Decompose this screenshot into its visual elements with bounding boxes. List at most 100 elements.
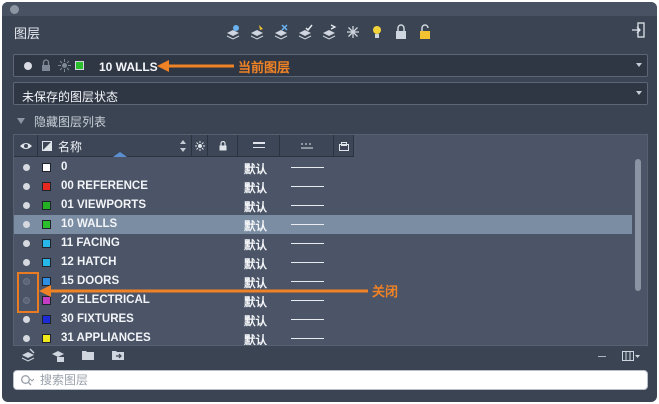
layer-linetype-sample[interactable]	[291, 319, 324, 320]
table-row[interactable]: 01 VIEWPORTS 默认	[14, 196, 632, 215]
layer-name[interactable]: 12 HATCH	[61, 256, 116, 268]
layer-lineweight[interactable]: 默认	[244, 199, 267, 215]
layer-color-swatch[interactable]	[42, 220, 51, 229]
layer-linetype-sample[interactable]	[291, 186, 324, 187]
table-row[interactable]: 30 FIXTURES 默认	[14, 310, 632, 329]
layer-rows: 0 默认 00 REFERENCE 默认 01 VIEWPORTS 默认 10 WALLS 默…	[14, 158, 632, 345]
col-on-header[interactable]	[14, 135, 38, 157]
open-folder-icon[interactable]	[81, 348, 95, 362]
layer-match-icon[interactable]	[321, 24, 337, 40]
layer-name[interactable]: 0	[61, 161, 67, 173]
layer-on-icon[interactable]	[23, 259, 30, 266]
col-plot-header[interactable]	[334, 135, 354, 157]
layer-name[interactable]: 00 REFERENCE	[61, 180, 148, 192]
layer-settings-icon[interactable]	[21, 348, 35, 362]
layer-color-swatch[interactable]	[42, 201, 51, 210]
layer-lineweight[interactable]: 默认	[244, 180, 267, 196]
layer-color-swatch[interactable]	[42, 258, 51, 267]
lock-icon	[219, 141, 226, 151]
layer-linetype-sample[interactable]	[291, 300, 324, 301]
layer-linetype-sample[interactable]	[291, 167, 324, 168]
layer-linetype-sample[interactable]	[291, 243, 324, 244]
off-callout: 关闭	[372, 285, 399, 300]
col-lock-header[interactable]	[208, 135, 238, 157]
table-scrollbar[interactable]	[635, 159, 641, 291]
dock-icon[interactable]	[631, 22, 645, 38]
layer-table: 名称 0 默认 00 REFERENCE 默认 01 VIEWPORTS 默认 …	[13, 134, 648, 346]
layer-color-swatch[interactable]	[42, 182, 51, 191]
layer-name[interactable]: 11 FACING	[61, 237, 120, 249]
layer-linetype-sample[interactable]	[291, 281, 324, 282]
layer-linetype-sample[interactable]	[291, 262, 324, 263]
current-layer-callout-arrow	[157, 60, 234, 72]
color-column-icon	[42, 141, 52, 151]
layer-lineweight[interactable]: 默认	[244, 218, 267, 234]
layer-lineweight[interactable]: 默认	[244, 237, 267, 253]
layer-color-swatch[interactable]	[42, 163, 51, 172]
layer-on-icon[interactable]	[23, 240, 30, 247]
current-layer-color-swatch	[75, 61, 84, 70]
linetype-icon	[300, 143, 313, 149]
lineweight-icon	[252, 142, 265, 148]
eye-icon	[19, 143, 32, 149]
current-layer-dropdown[interactable]: 10 WALLS	[13, 54, 648, 77]
off-status-highlight	[17, 272, 39, 313]
new-layer-frozen-icon[interactable]	[249, 24, 265, 40]
layer-color-swatch[interactable]	[42, 334, 51, 343]
layer-on-icon[interactable]	[23, 335, 30, 342]
col-freeze-header[interactable]	[192, 135, 208, 157]
layer-name[interactable]: 30 FIXTURES	[61, 313, 134, 325]
layer-properties-icon[interactable]	[51, 348, 65, 362]
layer-on-icon[interactable]	[23, 202, 30, 209]
lock-icon[interactable]	[393, 24, 409, 40]
sort-icon[interactable]	[180, 140, 186, 152]
layer-linetype-sample[interactable]	[291, 338, 324, 339]
sun-icon	[194, 141, 205, 151]
layer-toolbar	[225, 24, 433, 44]
set-current-icon[interactable]	[297, 24, 313, 40]
window-close-dot[interactable]	[10, 5, 19, 14]
layer-color-swatch[interactable]	[42, 315, 51, 324]
delete-layer-icon[interactable]	[273, 24, 289, 40]
layer-color-swatch[interactable]	[42, 239, 51, 248]
plot-icon	[338, 141, 349, 151]
new-layer-icon[interactable]	[225, 24, 241, 40]
layer-lineweight[interactable]: 默认	[244, 256, 267, 272]
column-settings-icon[interactable]	[622, 351, 640, 361]
isolate-icon[interactable]	[369, 24, 385, 40]
layer-state-dropdown[interactable]: 未保存的图层状态	[13, 82, 648, 105]
layer-name[interactable]: 10 WALLS	[61, 218, 117, 230]
layer-lineweight[interactable]: 默认	[244, 332, 267, 345]
layer-lineweight[interactable]: 默认	[244, 313, 267, 329]
collapse-triangle-icon	[17, 118, 25, 124]
layer-search-box[interactable]	[13, 370, 648, 390]
layer-state-manager-icon[interactable]	[111, 348, 125, 362]
search-input[interactable]	[40, 372, 630, 388]
table-row[interactable]: 00 REFERENCE 默认	[14, 177, 632, 196]
layer-on-icon[interactable]	[23, 164, 30, 171]
col-lineweight-header[interactable]	[238, 135, 280, 157]
col-linetype-header[interactable]	[280, 135, 334, 157]
layer-on-icon[interactable]	[23, 183, 30, 190]
layer-name[interactable]: 01 VIEWPORTS	[61, 199, 146, 211]
layer-linetype-sample[interactable]	[291, 224, 324, 225]
table-row[interactable]: 12 HATCH 默认	[14, 253, 632, 272]
table-header: 名称	[14, 135, 354, 157]
layer-name[interactable]: 31 APPLIANCES	[61, 332, 151, 344]
table-row[interactable]: 11 FACING 默认	[14, 234, 632, 253]
table-row[interactable]: 31 APPLIANCES 默认	[14, 329, 632, 345]
minus-icon[interactable]	[598, 356, 606, 357]
current-layer-freeze-icon	[58, 59, 71, 72]
hide-layer-list-toggle[interactable]: 隐藏图层列表	[17, 113, 106, 129]
table-row[interactable]: 10 WALLS 默认	[14, 215, 632, 234]
chevron-down-icon	[636, 63, 642, 67]
layer-on-icon[interactable]	[23, 221, 30, 228]
layer-on-icon[interactable]	[23, 316, 30, 323]
layer-linetype-sample[interactable]	[291, 205, 324, 206]
freeze-icon[interactable]	[345, 24, 361, 40]
unlock-icon[interactable]	[417, 24, 433, 40]
layer-lineweight[interactable]: 默认	[244, 161, 267, 177]
sort-indicator-icon	[113, 152, 127, 157]
table-row[interactable]: 0 默认	[14, 158, 632, 177]
palette-title: 图层	[14, 26, 41, 41]
